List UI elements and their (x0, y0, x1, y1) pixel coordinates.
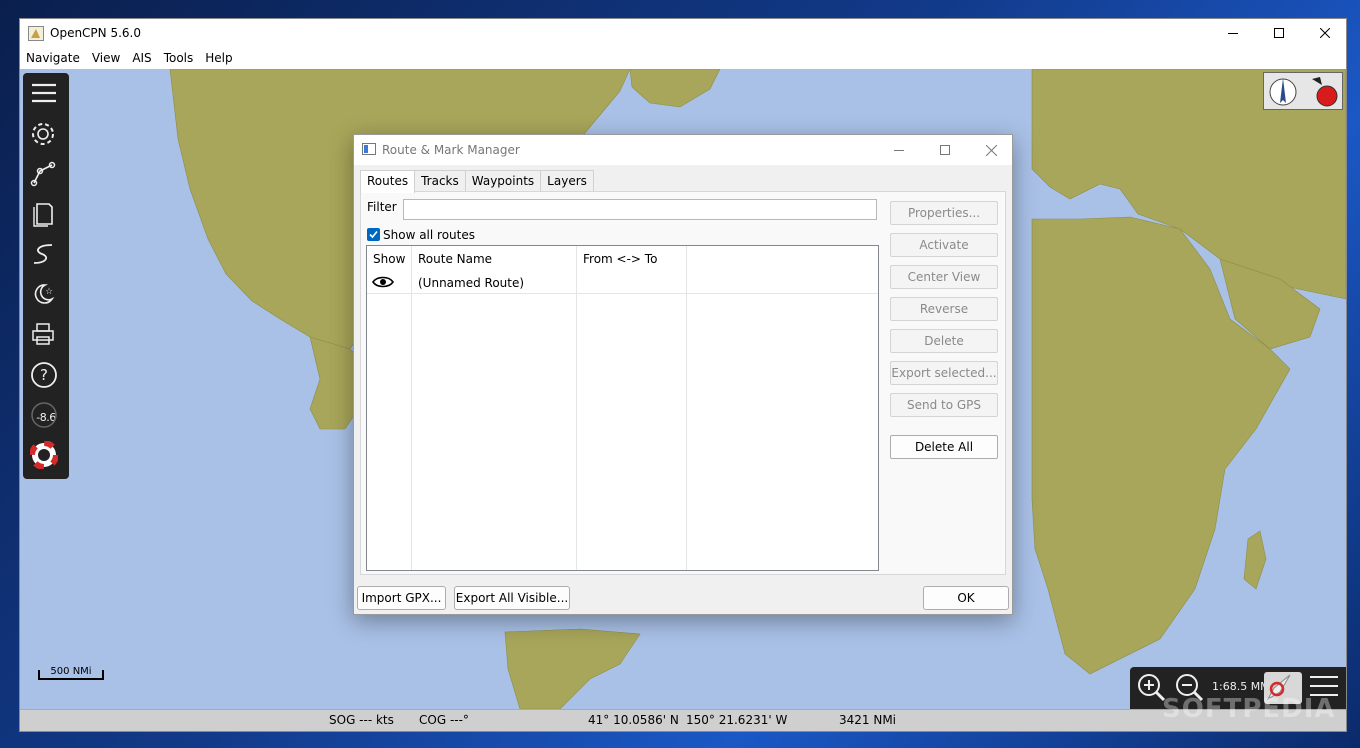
tab-layers[interactable]: Layers (540, 170, 594, 192)
export-selected-button[interactable]: Export selected... (890, 361, 998, 385)
show-all-routes-checkbox[interactable] (367, 228, 380, 241)
column-divider (411, 246, 412, 570)
title-bar: OpenCPN 5.6.0 (20, 19, 1346, 47)
tide-icon[interactable]: -8.6 (30, 401, 62, 433)
ok-button[interactable]: OK (923, 586, 1009, 610)
menu-ais[interactable]: AIS (126, 48, 157, 68)
filter-input[interactable] (403, 199, 877, 220)
landmass-greenland (629, 69, 721, 108)
column-divider (686, 246, 687, 570)
filter-label: Filter (367, 200, 397, 214)
dialog-title-bar: Route & Mark Manager (354, 135, 1012, 165)
close-icon[interactable] (1302, 19, 1348, 47)
send-to-gps-button[interactable]: Send to GPS (890, 393, 998, 417)
status-latitude: 41° 10.0586' N (588, 713, 679, 727)
column-header-from-to[interactable]: From <-> To (583, 252, 657, 266)
print-icon[interactable] (30, 321, 62, 353)
delete-all-button[interactable]: Delete All (890, 435, 998, 459)
reverse-button[interactable]: Reverse (890, 297, 998, 321)
opencpn-app-icon (28, 26, 44, 41)
dialog-title: Route & Mark Manager (382, 143, 520, 157)
route-mark-manager-dialog: Route & Mark Manager Routes Tracks Waypo… (353, 134, 1013, 615)
mob-lifebuoy-icon[interactable] (30, 441, 62, 473)
minimize-icon[interactable] (1210, 19, 1256, 47)
help-icon[interactable]: ? (30, 361, 62, 393)
routes-tab-panel: Filter Show all routes Show Route Name F… (360, 191, 1006, 575)
menu-icon[interactable] (30, 81, 62, 113)
svg-text:?: ? (40, 366, 48, 384)
tab-waypoints[interactable]: Waypoints (464, 170, 542, 192)
menu-view[interactable]: View (86, 48, 126, 68)
chart-toolbar: ☆ ? -8.6 (23, 73, 69, 479)
window-title: OpenCPN 5.6.0 (50, 26, 141, 40)
activate-button[interactable]: Activate (890, 233, 998, 257)
export-all-visible-button[interactable]: Export All Visible... (454, 586, 570, 610)
properties-button[interactable]: Properties... (890, 201, 998, 225)
tab-tracks[interactable]: Tracks (414, 170, 466, 192)
route-name-cell: (Unnamed Route) (418, 276, 525, 290)
dialog-window-icon (362, 143, 376, 155)
eye-icon[interactable] (372, 275, 394, 292)
menu-navigate[interactable]: Navigate (20, 48, 86, 68)
center-view-button[interactable]: Center View (890, 265, 998, 289)
menu-tools[interactable]: Tools (158, 48, 200, 68)
landmass-south-america (504, 628, 641, 709)
dialog-minimize-icon[interactable] (876, 135, 922, 165)
night-mode-icon[interactable]: ☆ (30, 281, 62, 313)
compass-widget[interactable] (1263, 72, 1343, 110)
scale-bar: 500 NMi (38, 666, 104, 682)
status-sog: SOG --- kts (329, 713, 394, 727)
status-longitude: 150° 21.6231' W (686, 713, 788, 727)
dialog-maximize-icon[interactable] (922, 135, 968, 165)
dialog-close-icon[interactable] (968, 135, 1014, 165)
dialog-tabs: Routes Tracks Waypoints Layers (360, 170, 594, 193)
document-icon[interactable] (30, 201, 62, 233)
menu-help[interactable]: Help (199, 48, 238, 68)
column-divider (576, 246, 577, 570)
show-all-routes-label: Show all routes (383, 228, 475, 242)
column-header-route-name[interactable]: Route Name (418, 252, 492, 266)
row-divider (367, 293, 878, 294)
delete-button[interactable]: Delete (890, 329, 998, 353)
column-header-show[interactable]: Show (373, 252, 405, 266)
checkmark-icon (369, 230, 378, 239)
chart-scale-readout: 1:68.5 MM (1212, 680, 1270, 693)
settings-gear-icon[interactable] (30, 121, 62, 153)
maximize-icon[interactable] (1256, 19, 1302, 47)
svg-text:☆: ☆ (45, 287, 53, 297)
tab-routes[interactable]: Routes (360, 170, 416, 193)
landmass-madagascar (1243, 530, 1267, 590)
status-cog: COG ---° (419, 713, 469, 727)
track-icon[interactable] (30, 241, 62, 273)
import-gpx-button[interactable]: Import GPX... (357, 586, 446, 610)
menu-bar: Navigate View AIS Tools Help (20, 48, 1346, 68)
route-icon[interactable] (30, 161, 62, 193)
routes-list[interactable]: Show Route Name From <-> To (Unnamed Rou… (366, 245, 879, 571)
status-bar: SOG --- kts COG ---° 41° 10.0586' N 150°… (20, 709, 1346, 731)
compass-icon (1269, 77, 1338, 107)
softpedia-watermark: SOFTPEDIA (1162, 694, 1336, 724)
status-distance: 3421 NMi (839, 713, 897, 727)
